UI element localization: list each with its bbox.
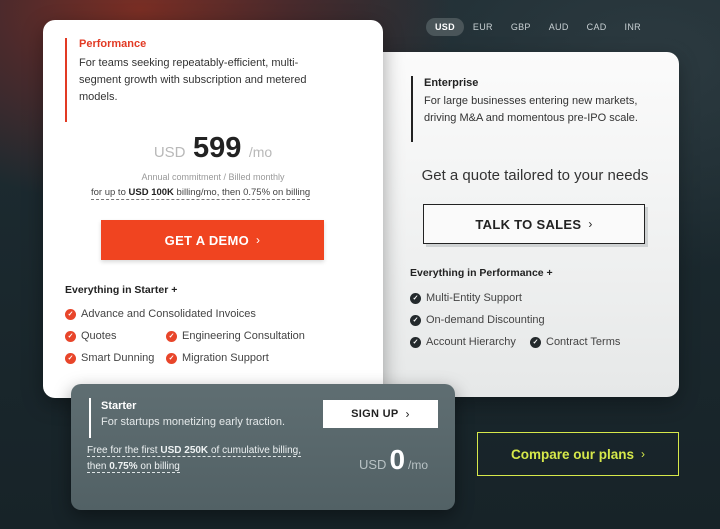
performance-feature-item: ✓ Quotes: [65, 330, 116, 342]
chevron-right-icon: ›: [256, 233, 261, 247]
check-icon: ✓: [166, 330, 177, 342]
check-icon: ✓: [410, 314, 421, 326]
performance-feature-item: ✓ Engineering Consultation: [166, 330, 305, 342]
performance-plan-card: Performance For teams seeking repeatably…: [43, 20, 383, 398]
currency-selector: USD EUR GBP AUD CAD INR: [426, 18, 650, 36]
enterprise-description: For large businesses entering new market…: [424, 95, 638, 124]
enterprise-feature-item: ✓ On-demand Discounting: [410, 314, 545, 326]
billing-limit: USD 250K: [160, 445, 209, 456]
starter-plan-card: Starter For startups monetizing early tr…: [71, 384, 455, 510]
feature-label: Advance and Consolidated Invoices: [81, 308, 256, 320]
feature-label: Account Hierarchy: [426, 336, 516, 348]
currency-inr[interactable]: INR: [616, 18, 650, 36]
price-currency: USD: [153, 144, 186, 161]
starter-price: USD 0 /mo: [359, 444, 428, 476]
currency-cad[interactable]: CAD: [578, 18, 616, 36]
chevron-right-icon: ›: [588, 217, 593, 231]
enterprise-feature-item: ✓ Contract Terms: [530, 336, 620, 348]
price-period: /mo: [408, 458, 429, 472]
check-icon: ✓: [65, 308, 76, 320]
commitment-text: Annual commitment / Billed monthly: [141, 172, 285, 182]
get-a-demo-label: GET A DEMO: [164, 232, 250, 248]
billing-suffix: billing/mo, then 0.75% on billing: [173, 187, 311, 198]
compare-plans-button[interactable]: Compare our plans ›: [477, 432, 679, 476]
check-icon: ✓: [410, 336, 421, 348]
performance-price: USD 599 /mo: [43, 132, 383, 165]
feature-label: Multi-Entity Support: [426, 292, 522, 304]
enterprise-accent-bar: [411, 76, 413, 142]
price-period: /mo: [248, 144, 273, 160]
enterprise-quote-text: Get a quote tailored to your needs: [421, 167, 649, 184]
talk-to-sales-button[interactable]: TALK TO SALES ›: [423, 204, 645, 244]
check-icon: ✓: [65, 330, 76, 342]
price-currency: USD: [359, 457, 387, 472]
starter-description: For startups monetizing early traction.: [101, 416, 286, 428]
enterprise-features-heading: Everything in Performance +: [410, 267, 553, 279]
enterprise-feature-item: ✓ Account Hierarchy: [410, 336, 516, 348]
starter-accent-bar: [89, 398, 91, 438]
check-icon: ✓: [166, 352, 177, 364]
billing-text: on billing: [137, 461, 180, 472]
price-value: 599: [192, 132, 242, 164]
billing-text: Free for the first: [87, 445, 161, 456]
billing-rate: 0.75%: [109, 461, 138, 472]
enterprise-title: Enterprise: [424, 77, 479, 89]
performance-feature-item: ✓ Advance and Consolidated Invoices: [65, 308, 256, 320]
get-a-demo-button[interactable]: GET A DEMO ›: [101, 220, 324, 260]
sign-up-button[interactable]: SIGN UP ›: [323, 400, 438, 428]
performance-description: For teams seeking repeatably-efficient, …: [79, 57, 307, 103]
starter-billing-terms-link[interactable]: Free for the first USD 250K of cumulativ…: [87, 443, 307, 475]
currency-aud[interactable]: AUD: [540, 18, 578, 36]
enterprise-plan-card: Enterprise For large businesses entering…: [383, 52, 679, 397]
currency-eur[interactable]: EUR: [464, 18, 502, 36]
performance-features-heading: Everything in Starter +: [65, 284, 178, 296]
price-value: 0: [389, 444, 406, 475]
performance-feature-item: ✓ Migration Support: [166, 352, 269, 364]
billing-prefix: for up to: [91, 187, 129, 198]
billing-terms-link[interactable]: for up to USD 100K billing/mo, then 0.75…: [91, 187, 311, 200]
check-icon: ✓: [65, 352, 76, 364]
talk-to-sales-label: TALK TO SALES: [475, 216, 582, 232]
performance-title: Performance: [79, 38, 147, 50]
chevron-right-icon: ›: [405, 407, 410, 421]
enterprise-feature-item: ✓ Multi-Entity Support: [410, 292, 522, 304]
feature-label: Engineering Consultation: [182, 330, 305, 342]
chevron-right-icon: ›: [641, 447, 646, 461]
feature-label: Quotes: [81, 330, 117, 342]
performance-accent-bar: [65, 38, 67, 122]
feature-label: Smart Dunning: [81, 352, 155, 364]
currency-usd[interactable]: USD: [426, 18, 464, 36]
starter-title: Starter: [101, 400, 137, 412]
check-icon: ✓: [410, 292, 421, 304]
compare-plans-label: Compare our plans: [510, 446, 635, 462]
feature-label: On-demand Discounting: [426, 314, 545, 326]
feature-label: Migration Support: [182, 352, 269, 364]
feature-label: Contract Terms: [546, 336, 621, 348]
check-icon: ✓: [530, 336, 541, 348]
currency-gbp[interactable]: GBP: [502, 18, 540, 36]
sign-up-label: SIGN UP: [351, 408, 399, 420]
billing-limit: USD 100K: [128, 187, 174, 198]
performance-feature-item: ✓ Smart Dunning: [65, 352, 154, 364]
